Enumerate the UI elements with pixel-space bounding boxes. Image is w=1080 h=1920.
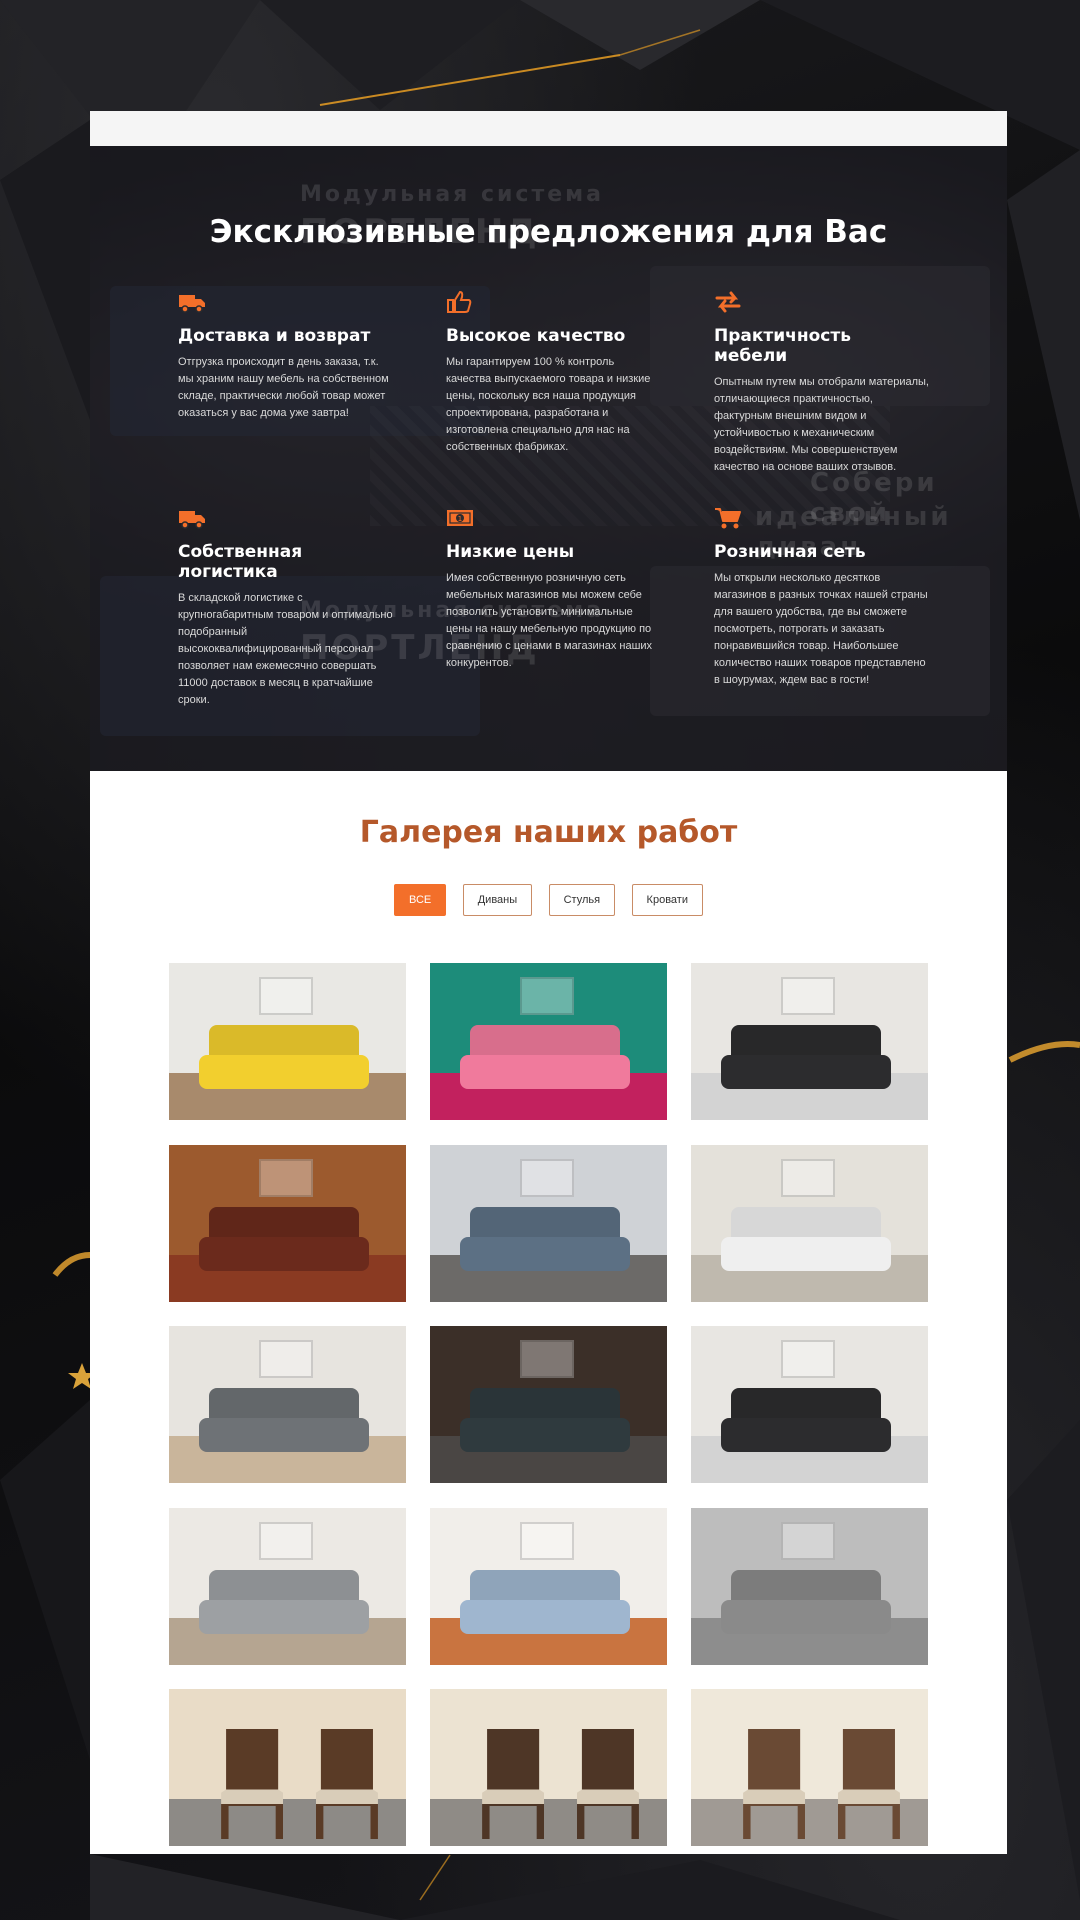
sofa-shape [721, 1418, 891, 1452]
feature-card: Доставка и возврат Отгрузка происходит в… [178, 290, 393, 422]
feature-card: Высокое качество Мы гарантируем 100 % ко… [446, 290, 661, 456]
wall-art-shape [520, 977, 574, 1015]
blue-sectional-photo[interactable] [430, 1145, 667, 1302]
feature-title: Высокое качество [446, 326, 626, 346]
wall-art-shape [259, 977, 313, 1015]
wall-art-shape [520, 1522, 574, 1560]
wall-art-shape [781, 1340, 835, 1378]
thumbs-up-icon [447, 290, 472, 313]
filter-sofas-button[interactable]: Диваны [462, 884, 533, 916]
offers-section: Модульная система ПОРТЛЕНД Собери свой и… [90, 146, 1007, 771]
grey-channel-sofa-photo[interactable] [691, 1508, 928, 1665]
feature-title: Низкие цены [446, 542, 575, 562]
feature-title: Доставка и возврат [178, 326, 371, 346]
wall-art-shape [781, 977, 835, 1015]
upholstered-chairs-photo[interactable] [691, 1689, 928, 1846]
filter-beds-button[interactable]: Кровати [631, 884, 703, 916]
sofa-shape [460, 1055, 630, 1089]
gallery-filters: ВСЕ Диваны Стулья Кровати [90, 884, 1007, 916]
sofa-shape [199, 1600, 369, 1634]
offers-title: Эксклюзивные предложения для Вас [209, 214, 888, 250]
ghost-text: Модульная система [300, 182, 604, 207]
filter-chairs-button[interactable]: Стулья [548, 884, 616, 916]
feature-title: Практичность мебели [714, 326, 851, 366]
feature-text: Опытным путем мы отобрали материалы, отл… [714, 376, 929, 473]
sofa-shape [460, 1600, 630, 1634]
feature-text: Имея собственную розничную сеть мебельны… [446, 572, 653, 669]
grey-sofa-floral-photo[interactable] [169, 1326, 406, 1483]
money-icon: 1 [447, 510, 473, 526]
feature-text: В складской логистике с крупногабаритным… [178, 592, 393, 706]
grey-tufted-sofa-photo[interactable] [169, 1508, 406, 1665]
gallery-section: Галерея наших работ ВСЕ Диваны Стулья Кр… [90, 771, 1007, 1854]
sofa-shape [199, 1418, 369, 1452]
filter-all-button[interactable]: ВСЕ [394, 884, 447, 916]
feature-card: 1 Низкие цены Имея собственную розничную… [446, 506, 661, 672]
top-bar [90, 111, 1007, 146]
wall-art-shape [781, 1522, 835, 1560]
feature-text: Отгрузка происходит в день заказа, т.к. … [178, 356, 389, 419]
wall-art-shape [520, 1159, 574, 1197]
feature-card: Розничная сеть Мы открыли несколько деся… [714, 506, 929, 689]
wall-art-shape [520, 1340, 574, 1378]
feature-title: Розничная сеть [714, 542, 866, 562]
pink-neon-lounge-photo[interactable] [430, 963, 667, 1120]
feature-text: Мы открыли несколько десятков магазинов … [714, 572, 928, 686]
yellow-sofa-photo[interactable] [169, 963, 406, 1120]
feature-card: Практичность мебели Опытным путем мы ото… [714, 290, 929, 476]
wall-art-shape [781, 1159, 835, 1197]
striped-antique-sofa-photo[interactable] [169, 1145, 406, 1302]
dark-sofa-wood-photo[interactable] [430, 1326, 667, 1483]
gallery-title: Галерея наших работ [359, 815, 738, 850]
light-blue-sofa-photo[interactable] [430, 1508, 667, 1665]
feature-card: Собственная логистика В складской логист… [178, 506, 393, 709]
sofa-shape [721, 1600, 891, 1634]
truck-icon [179, 295, 205, 313]
main-content: Модульная система ПОРТЛЕНД Собери свой и… [90, 111, 1007, 1854]
dark-corner-sofa-photo[interactable] [691, 963, 928, 1120]
wall-art-shape [259, 1159, 313, 1197]
exchange-arrows-icon [715, 291, 741, 313]
sofa-shape [460, 1418, 630, 1452]
dark-corner-sofa-photo[interactable] [691, 1326, 928, 1483]
wall-art-shape [259, 1340, 313, 1378]
sofa-shape [460, 1237, 630, 1271]
feature-text: Мы гарантируем 100 % контроль качества в… [446, 356, 651, 453]
feature-title: Собственная логистика [178, 542, 303, 582]
white-sofa-teal-photo[interactable] [691, 1145, 928, 1302]
sofa-shape [721, 1237, 891, 1271]
cart-icon [715, 508, 741, 529]
sofa-shape [721, 1055, 891, 1089]
wooden-chairs-photo[interactable] [430, 1689, 667, 1846]
sofa-shape [199, 1237, 369, 1271]
bar-stools-photo[interactable] [169, 1689, 406, 1846]
svg-text:1: 1 [458, 515, 462, 523]
truck-icon [179, 511, 205, 529]
sofa-shape [199, 1055, 369, 1089]
wall-art-shape [259, 1522, 313, 1560]
